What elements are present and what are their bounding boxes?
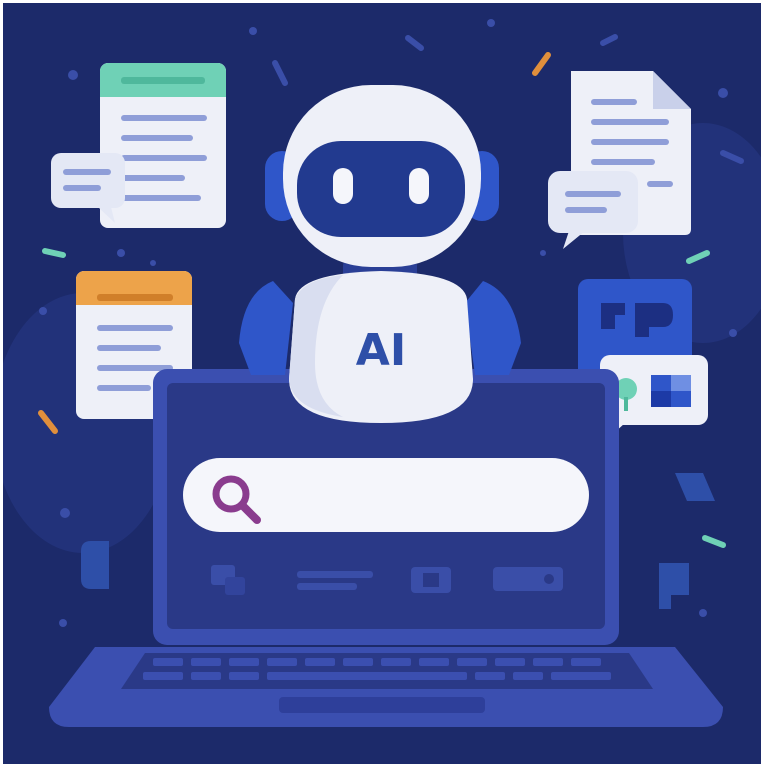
decorative-shape (675, 473, 715, 501)
robot-arm-right (465, 281, 521, 375)
illustration-frame: AI (3, 3, 761, 764)
robot-icon: AI (239, 85, 521, 423)
ai-illustration: AI (3, 19, 761, 727)
search-bar[interactable] (183, 458, 589, 532)
trackpad (279, 697, 485, 713)
decorative-shape (81, 541, 109, 589)
robot-eye-left (333, 168, 353, 204)
robot-chest-label: AI (356, 325, 406, 376)
robot-arm-left (239, 281, 293, 375)
robot-visor (297, 141, 465, 237)
robot-eye-right (409, 168, 429, 204)
decorative-shape (659, 563, 689, 609)
